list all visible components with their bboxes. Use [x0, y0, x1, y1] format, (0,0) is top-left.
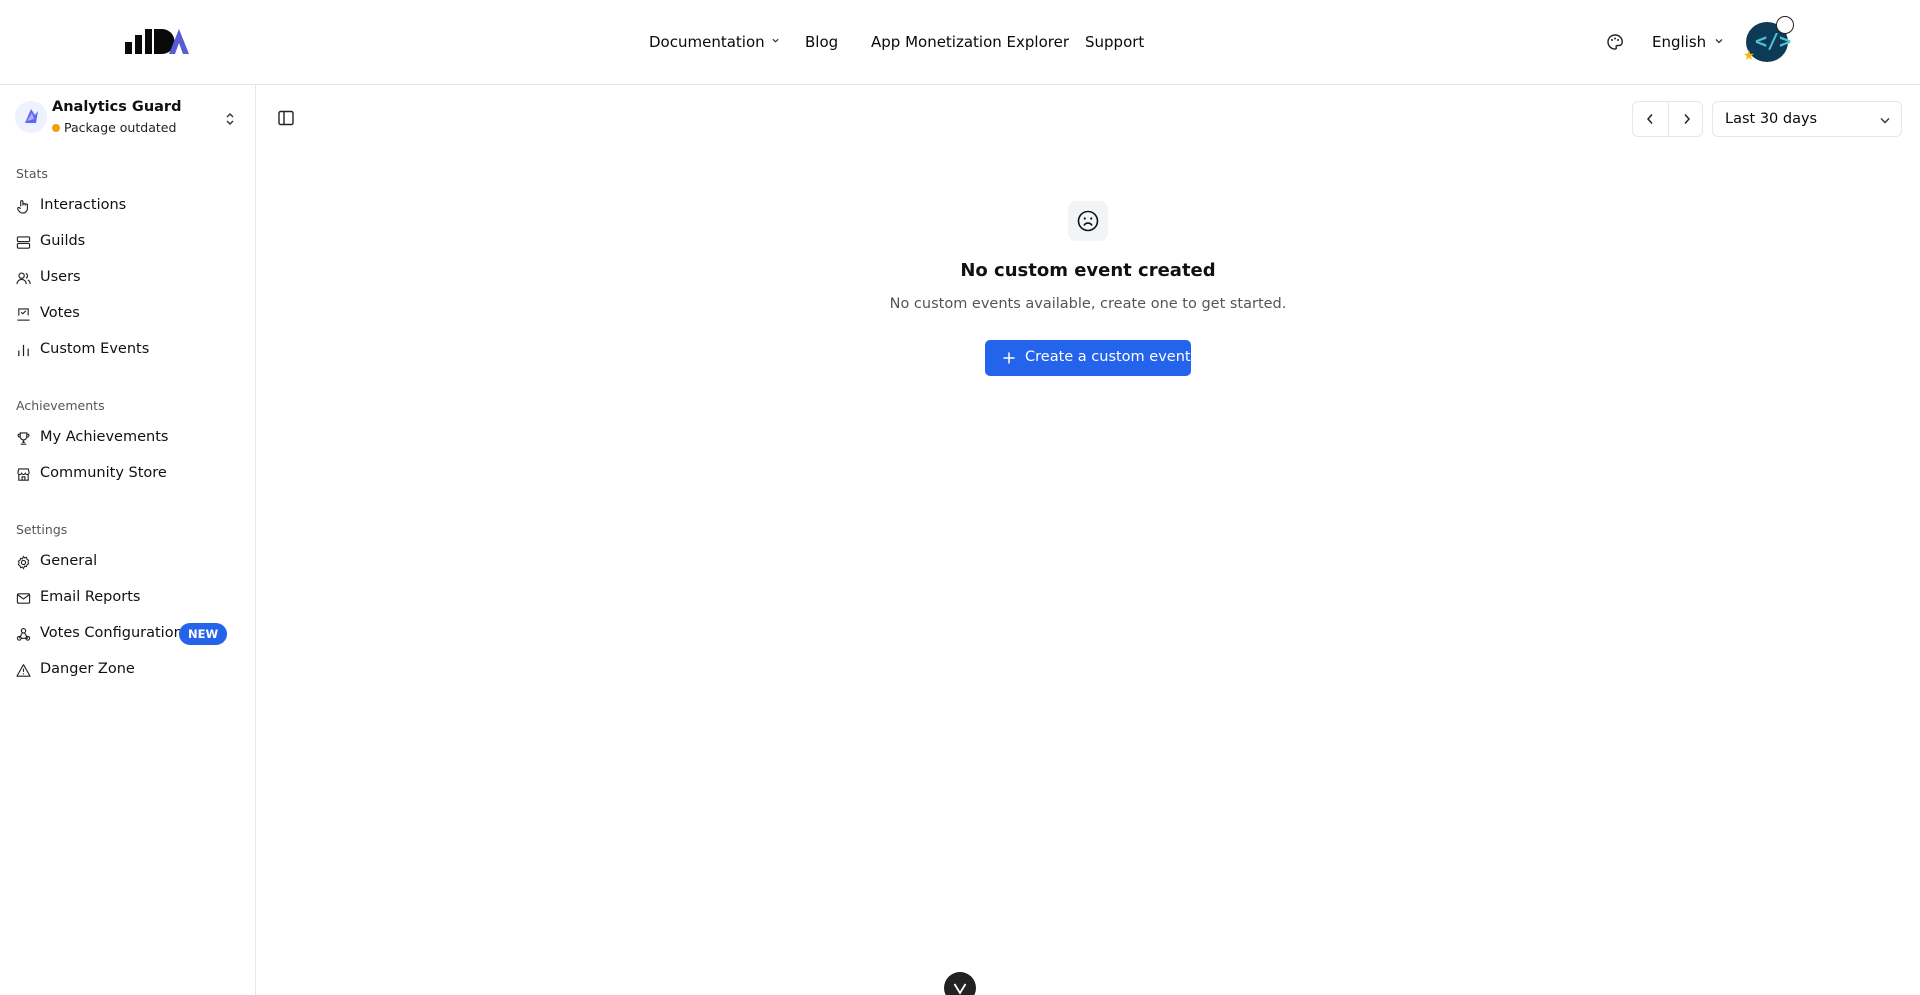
sidebar-item-label: Community Store — [40, 465, 167, 481]
sidebar-item-interactions[interactable]: Interactions — [16, 196, 240, 218]
sidebar-item-votes-configuration[interactable]: Votes Configuration NEW — [16, 623, 240, 646]
empty-state-icon-wrapper — [1068, 201, 1108, 241]
sidebar-item-guilds[interactable]: Guilds — [16, 232, 240, 254]
chevron-left-icon — [1646, 114, 1653, 124]
sidebar-item-general[interactable]: General — [16, 552, 240, 574]
frown-icon — [1077, 210, 1099, 232]
bar-chart-icon — [18, 344, 29, 357]
section-label-settings: Settings — [16, 522, 68, 537]
date-pager — [1632, 101, 1703, 137]
nav-app-monetization-explorer[interactable]: App Monetization Explorer — [871, 31, 1069, 53]
gear-icon — [17, 555, 30, 570]
date-range-label: Last 30 days — [1725, 111, 1818, 127]
pointer-icon — [17, 200, 28, 214]
server-icon — [16, 236, 31, 249]
sidebar-item-label: Votes Configuration — [40, 625, 183, 641]
sidebar-item-label: Email Reports — [40, 589, 141, 605]
sidebar-item-label: Custom Events — [40, 341, 150, 357]
project-status: Package outdated — [52, 120, 176, 135]
sidebar-item-label: Guilds — [40, 233, 86, 249]
warning-icon — [16, 664, 31, 677]
sidebar-item-my-achievements[interactable]: My Achievements — [16, 428, 240, 450]
store-icon — [17, 468, 30, 481]
plus-icon — [1003, 352, 1015, 364]
nav-support[interactable]: Support — [1085, 31, 1144, 53]
sidebar-item-danger-zone[interactable]: Danger Zone — [16, 660, 240, 682]
sidebar-toggle-icon[interactable] — [277, 109, 295, 127]
empty-state-title: No custom event created — [960, 260, 1216, 281]
nav-blog[interactable]: Blog — [805, 31, 838, 53]
sidebar-item-custom-events[interactable]: Custom Events — [16, 340, 240, 362]
new-badge: NEW — [179, 623, 228, 645]
trophy-icon — [17, 432, 30, 445]
chevron-down-icon — [1880, 118, 1890, 124]
main-nav: Documentation Blog App Monetization Expl… — [0, 31, 1920, 55]
sidebar-item-community-store[interactable]: Community Store — [16, 464, 240, 486]
create-custom-event-button[interactable]: Create a custom event — [985, 340, 1191, 376]
empty-state-subtitle: No custom events available, create one t… — [889, 296, 1287, 312]
top-navbar: Documentation Blog App Monetization Expl… — [0, 0, 1920, 85]
next-period-button[interactable] — [1669, 102, 1704, 136]
sidebar-item-label: Interactions — [40, 197, 127, 213]
language-selector[interactable]: English — [1652, 31, 1724, 53]
star-icon — [1744, 50, 1754, 60]
palette-icon[interactable] — [1606, 33, 1624, 51]
sidebar-item-label: Danger Zone — [40, 661, 135, 677]
project-status-label: Package outdated — [64, 120, 177, 135]
nav-documentation[interactable]: Documentation — [649, 31, 780, 53]
previous-period-button[interactable] — [1633, 102, 1668, 136]
v-logo-icon — [953, 983, 967, 995]
project-switcher[interactable]: Analytics Guard Package outdated — [15, 99, 243, 139]
section-label-stats: Stats — [16, 166, 48, 181]
sidebar-item-label: My Achievements — [40, 429, 169, 445]
nav-documentation-label: Documentation — [649, 33, 765, 51]
sidebar: Analytics Guard Package outdated Stats I… — [0, 85, 256, 995]
sidebar-item-email-reports[interactable]: Email Reports — [16, 588, 240, 610]
section-label-achievements: Achievements — [16, 398, 105, 413]
language-label: English — [1652, 33, 1707, 51]
mail-icon — [16, 593, 31, 604]
chat-bubble-icon — [1776, 16, 1794, 34]
status-dot — [52, 124, 60, 132]
floating-widget-button[interactable] — [944, 972, 976, 995]
project-name: Analytics Guard — [52, 99, 182, 115]
create-custom-event-label: Create a custom event — [1025, 349, 1191, 365]
sidebar-item-label: General — [40, 553, 98, 569]
project-logo-icon — [15, 101, 47, 133]
user-avatar[interactable]: </> — [1744, 16, 1794, 62]
date-range-select[interactable]: Last 30 days — [1712, 101, 1902, 137]
chevron-right-icon — [1684, 114, 1691, 124]
webhook-icon — [16, 628, 31, 641]
chevron-down-icon — [772, 38, 779, 43]
chevrons-up-down-icon — [226, 113, 234, 125]
chevron-down-icon — [1715, 39, 1723, 44]
